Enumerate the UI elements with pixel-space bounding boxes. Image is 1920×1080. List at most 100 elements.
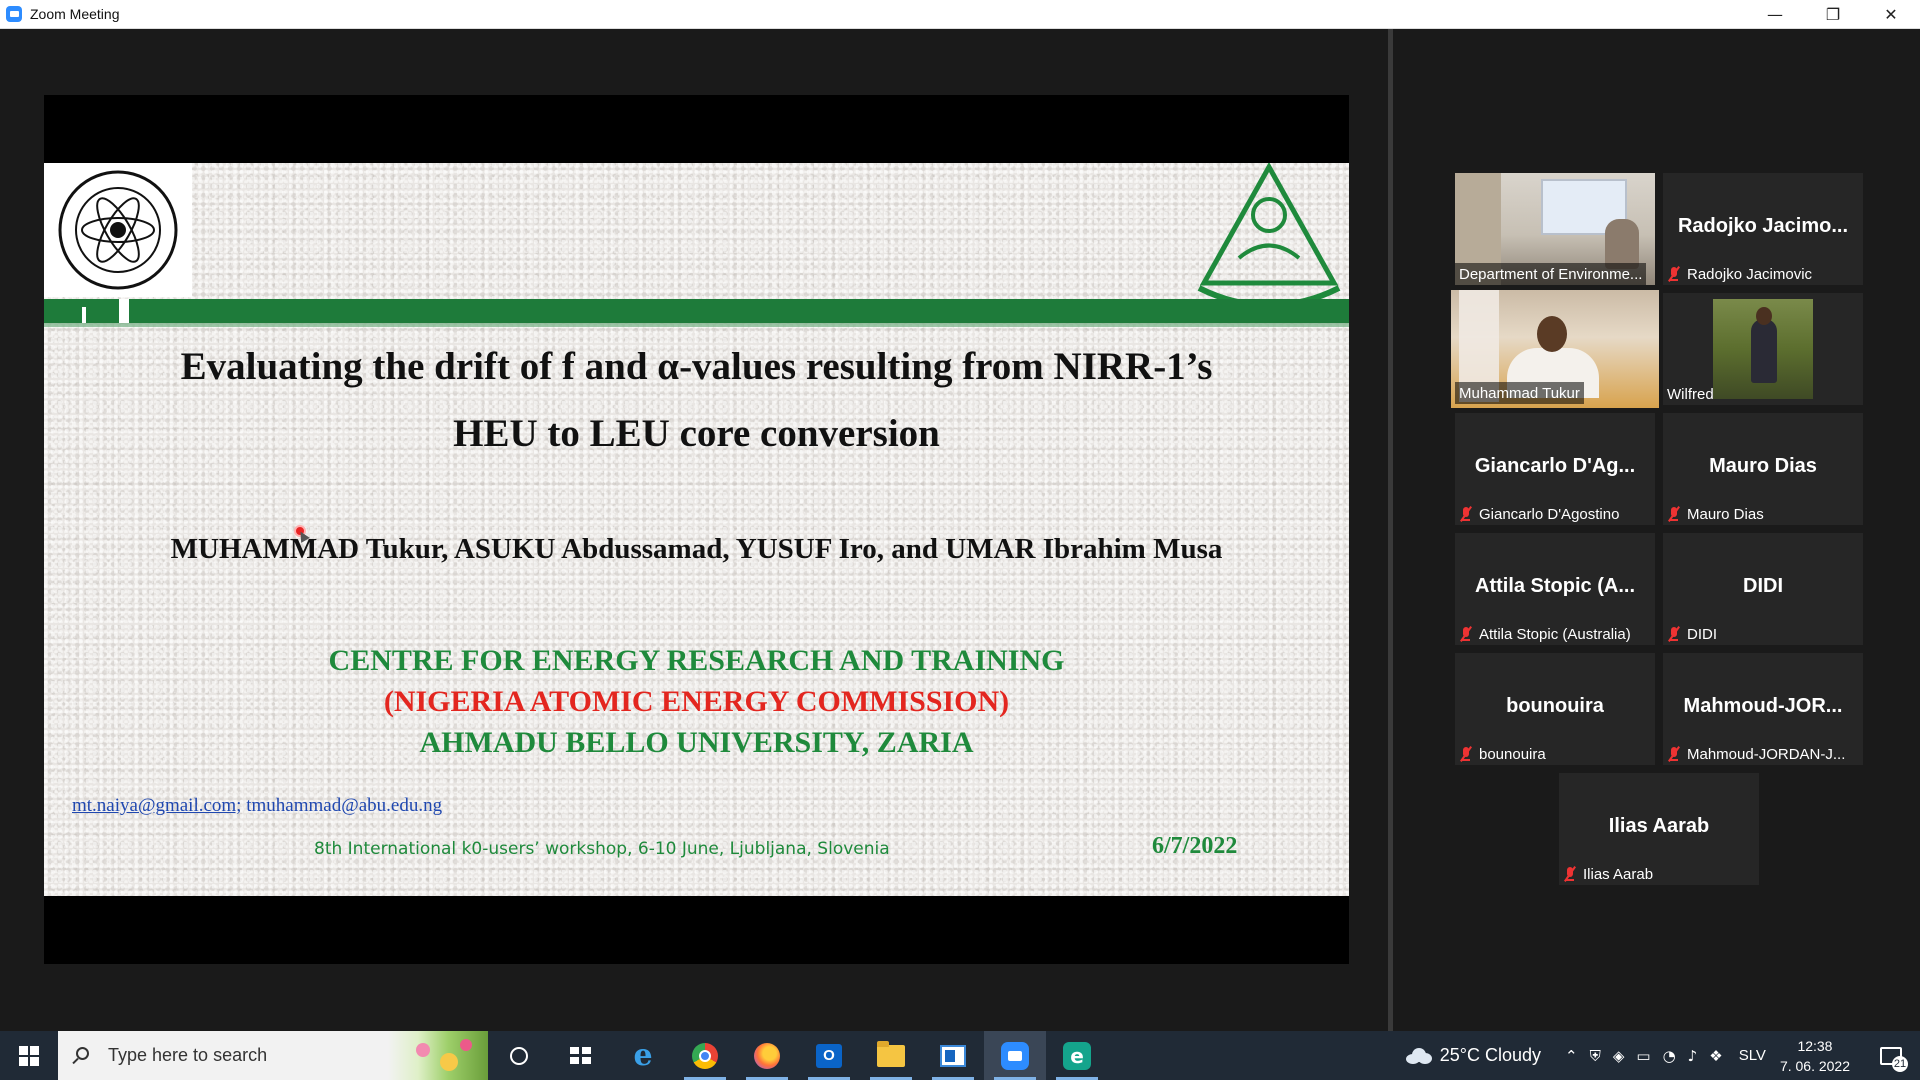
file-explorer-icon: [877, 1040, 905, 1067]
clock-time: 12:38: [1797, 1037, 1833, 1054]
weather-text: 25°C Cloudy: [1439, 1045, 1541, 1065]
presentation-slide: Evaluating the drift of f and α-values r…: [44, 163, 1349, 896]
participant-tile-didi[interactable]: DIDI DIDI: [1663, 533, 1863, 645]
dropbox-icon[interactable]: ❖: [1709, 1047, 1722, 1065]
windows-taskbar: Type here to search e O e 25°C Cloudy ⌃ …: [0, 1031, 1920, 1080]
zoom-taskbar-button[interactable]: [984, 1031, 1046, 1080]
gallery-splitter[interactable]: [1388, 29, 1393, 1031]
email-link[interactable]: mt.naiya@gmail.com;: [72, 795, 241, 816]
wifi-icon[interactable]: ◔: [1663, 1047, 1676, 1065]
taskbar-clock[interactable]: 12:38 7. 06. 2022: [1780, 1036, 1850, 1076]
mic-muted-icon: [1459, 506, 1473, 522]
task-view-button[interactable]: [550, 1031, 612, 1080]
cert-logo: [44, 163, 192, 297]
search-highlight-doodle: [388, 1031, 488, 1080]
mic-muted-icon: [1459, 626, 1473, 642]
internet-explorer-button[interactable]: e: [612, 1031, 674, 1080]
participant-tile-wilfred[interactable]: Wilfred: [1663, 293, 1863, 405]
shared-screen[interactable]: Evaluating the drift of f and α-values r…: [44, 95, 1349, 964]
slide-title: Evaluating the drift of f and α-values r…: [84, 333, 1309, 467]
mic-muted-icon: [1667, 266, 1681, 282]
internet-explorer-icon: e: [633, 1037, 653, 1073]
participant-big-name: bounouira: [1506, 695, 1604, 717]
battery-icon[interactable]: ▭: [1636, 1047, 1650, 1065]
participant-name: DIDI: [1663, 623, 1721, 645]
window-title: Zoom Meeting: [30, 6, 120, 22]
notification-count: 21: [1892, 1056, 1908, 1072]
participant-name: Mahmoud-JORDAN-J...: [1663, 743, 1849, 765]
slide-green-bar: [44, 299, 1349, 323]
mic-muted-icon: [1667, 626, 1681, 642]
mic-muted-icon: [1459, 746, 1473, 762]
weather-widget[interactable]: 25°C Cloudy: [1404, 1045, 1541, 1066]
edge-button[interactable]: e: [1046, 1031, 1108, 1080]
slide-institution: CENTRE FOR ENERGY RESEARCH AND TRAINING …: [84, 640, 1309, 763]
window-controls: — ❐ ✕: [1746, 0, 1920, 29]
participant-big-name: Giancarlo D'Ag...: [1474, 455, 1636, 477]
participant-name: Ilias Aarab: [1559, 863, 1657, 885]
participant-video: [1713, 299, 1813, 399]
slide-date: 6/7/2022: [1152, 833, 1238, 859]
firefox-button[interactable]: [736, 1031, 798, 1080]
participant-name: Attila Stopic (Australia): [1455, 623, 1635, 645]
input-language[interactable]: SLV: [1739, 1047, 1766, 1064]
participant-tile-ilias[interactable]: Ilias Aarab Ilias Aarab: [1559, 773, 1759, 885]
participant-tile-bounouira[interactable]: bounouira bounouira: [1455, 653, 1655, 765]
close-button[interactable]: ✕: [1862, 0, 1920, 29]
minimize-button[interactable]: —: [1746, 0, 1804, 29]
participant-name: Mauro Dias: [1663, 503, 1768, 525]
security-icon[interactable]: ⛨: [1590, 1047, 1601, 1065]
volume-icon[interactable]: ♪: [1688, 1047, 1698, 1065]
shield-icon[interactable]: ◈: [1613, 1047, 1625, 1065]
start-button[interactable]: [0, 1031, 58, 1080]
slide-emails: mt.naiya@gmail.com; tmuhammad@abu.edu.ng: [72, 795, 442, 817]
participant-name: Giancarlo D'Agostino: [1455, 503, 1623, 525]
windows-logo-icon: [19, 1045, 39, 1066]
slide-authors: MUHAMMAD Tukur, ASUKU Abdussamad, YUSUF …: [170, 533, 1223, 565]
slide-bar-shadow: [44, 323, 1349, 327]
zoom-icon: [1001, 1041, 1029, 1070]
show-hidden-icons-icon[interactable]: ⌃: [1565, 1047, 1578, 1065]
chrome-button[interactable]: [674, 1031, 736, 1080]
slide-title-line1: Evaluating the drift of f and α-values r…: [180, 345, 1213, 388]
system-tray: 25°C Cloudy ⌃ ⛨ ◈ ▭ ◔ ♪ ❖ SLV 12:38 7. 0…: [1404, 1031, 1920, 1080]
chrome-icon: [692, 1042, 718, 1069]
participant-name: bounouira: [1455, 743, 1550, 765]
participant-tile-mahmoud[interactable]: Mahmoud-JOR... Mahmoud-JORDAN-J...: [1663, 653, 1863, 765]
institution-line-1: CENTRE FOR ENERGY RESEARCH AND TRAINING: [328, 644, 1065, 677]
participant-tile-attila[interactable]: Attila Stopic (A... Attila Stopic (Austr…: [1455, 533, 1655, 645]
outlook-button[interactable]: O: [798, 1031, 860, 1080]
participant-tile-mauro[interactable]: Mauro Dias Mauro Dias: [1663, 413, 1863, 525]
email-plain: tmuhammad@abu.edu.ng: [241, 795, 443, 816]
taskbar-search-box[interactable]: Type here to search: [58, 1031, 488, 1080]
participant-big-name: Mahmoud-JOR...: [1683, 695, 1843, 717]
participant-tile-radojko[interactable]: Radojko Jacimo... Radojko Jacimovic: [1663, 173, 1863, 285]
slides-app-icon: [940, 1044, 966, 1067]
participant-big-name: Attila Stopic (A...: [1475, 575, 1635, 597]
edge-icon: e: [1063, 1041, 1091, 1070]
file-explorer-button[interactable]: [860, 1031, 922, 1080]
participant-big-name: Mauro Dias: [1709, 455, 1817, 477]
restore-button[interactable]: ❐: [1804, 0, 1862, 29]
outlook-icon: O: [816, 1043, 842, 1068]
cortana-button[interactable]: [488, 1031, 550, 1080]
cloud-icon: [1404, 1047, 1432, 1064]
slides-app-button[interactable]: [922, 1031, 984, 1080]
mic-muted-icon: [1563, 866, 1577, 882]
participant-tile-giancarlo[interactable]: Giancarlo D'Ag... Giancarlo D'Agostino: [1455, 413, 1655, 525]
participant-name: Department of Environme...: [1455, 263, 1647, 285]
slide-workshop: 8th International k0-users’ workshop, 6-…: [314, 839, 890, 859]
cortana-icon: [510, 1046, 528, 1065]
participant-big-name: Ilias Aarab: [1608, 815, 1710, 837]
search-placeholder: Type here to search: [108, 1045, 268, 1065]
task-view-icon: [570, 1046, 592, 1065]
participant-big-name: Radojko Jacimo...: [1677, 215, 1849, 237]
participant-tile-muhammad[interactable]: Muhammad Tukur: [1451, 290, 1659, 408]
participant-name: Radojko Jacimovic: [1663, 263, 1816, 285]
window-titlebar: Zoom Meeting — ❐ ✕: [0, 0, 1920, 29]
action-center-button[interactable]: 21: [1872, 1031, 1910, 1080]
participant-name: Wilfred: [1667, 385, 1714, 403]
zoom-app-icon: [6, 6, 22, 22]
participant-tile-department[interactable]: Department of Environme...: [1455, 173, 1655, 285]
search-icon: [72, 1046, 90, 1065]
